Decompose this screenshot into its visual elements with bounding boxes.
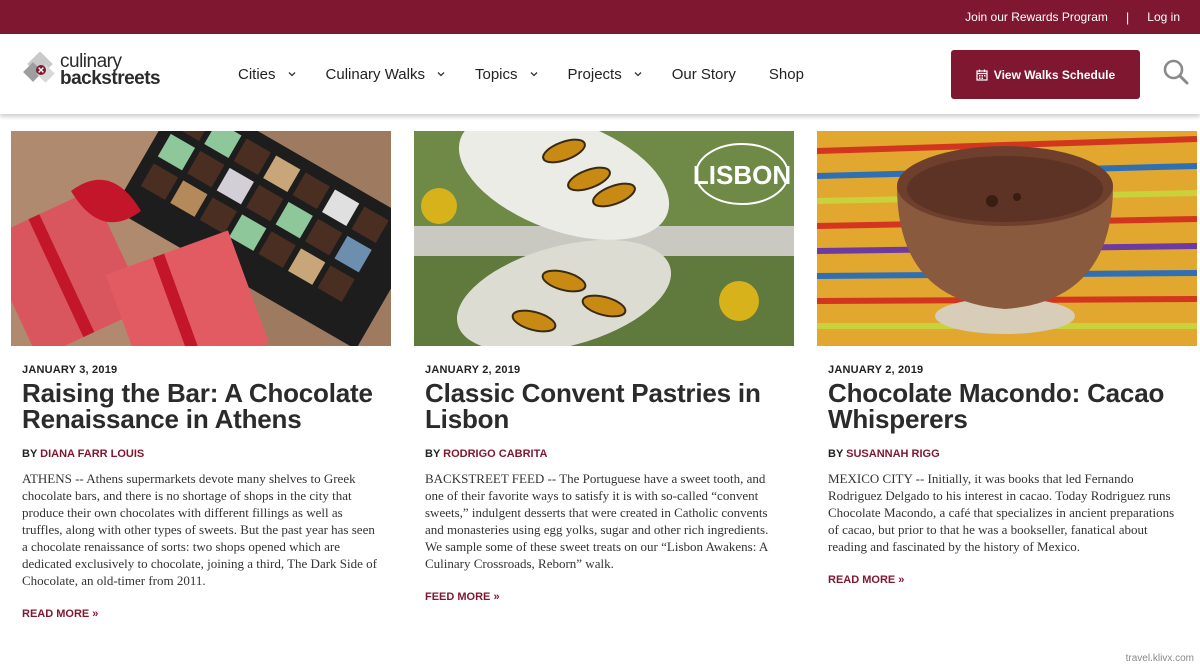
article-excerpt: BACKSTREET FEED -- The Portuguese have a…: [425, 471, 769, 571]
article-date: JANUARY 3, 2019: [22, 364, 118, 376]
lisbon-image-text: LISBON: [693, 160, 791, 190]
logo-wordmark: culinary backstreets: [60, 52, 161, 89]
article-byline: BY SUSANNAH RIGG: [828, 448, 1186, 460]
article-title[interactable]: Raising the Bar: A Chocolate Renaissance…: [22, 380, 380, 432]
read-more-link[interactable]: FEED MORE »: [425, 591, 783, 603]
article-date: JANUARY 2, 2019: [425, 364, 521, 376]
author-link[interactable]: DIANA FARR LOUIS: [40, 448, 144, 460]
article-body: JANUARY 2, 2019 Classic Convent Pastries…: [414, 364, 794, 603]
article-byline: BY RODRIGO CABRITA: [425, 448, 783, 460]
article-title[interactable]: Chocolate Macondo: Cacao Whisperers: [828, 380, 1186, 432]
watermark-text: travel.klivx.com: [1125, 653, 1194, 664]
byline-prefix: BY: [22, 448, 38, 460]
article-excerpt: MEXICO CITY -- Initially, it was books t…: [828, 471, 1175, 554]
utility-separator: |: [1125, 9, 1130, 25]
author-link[interactable]: SUSANNAH RIGG: [846, 448, 940, 460]
article-excerpt: ATHENS -- Athens supermarkets devote man…: [22, 471, 377, 588]
view-walks-schedule-button[interactable]: View Walks Schedule: [951, 50, 1140, 99]
nav-culinary-walks[interactable]: Culinary Walks: [326, 66, 445, 83]
nav-topics[interactable]: Topics: [475, 66, 538, 83]
read-more-link[interactable]: READ MORE »: [828, 574, 1186, 586]
logo-mark-icon: [22, 51, 58, 88]
utility-links: Join our Rewards Program | Log in: [965, 0, 1180, 34]
article-body: JANUARY 2, 2019 Chocolate Macondo: Cacao…: [817, 364, 1197, 586]
read-more-link[interactable]: READ MORE »: [22, 608, 380, 620]
nav-topics-label: Topics: [474, 65, 518, 83]
nav-cities-label: Cities: [238, 65, 276, 83]
article-image-chocolates[interactable]: [11, 131, 391, 346]
search-icon: [1163, 59, 1189, 85]
author-link[interactable]: RODRIGO CABRITA: [443, 448, 547, 460]
nav-projects[interactable]: Projects: [568, 66, 642, 83]
search-button[interactable]: [1162, 58, 1190, 86]
article-body: JANUARY 3, 2019 Raising the Bar: A Choco…: [11, 364, 391, 620]
article-date: JANUARY 2, 2019: [828, 364, 924, 376]
rewards-program-link[interactable]: Join our Rewards Program: [965, 10, 1108, 24]
main-nav: Cities Culinary Walks Topics Projects Ou…: [238, 34, 837, 114]
chevron-down-icon: [437, 72, 445, 77]
logo-line-2: backstreets: [60, 68, 161, 89]
article-byline: BY DIANA FARR LOUIS: [22, 448, 380, 460]
byline-prefix: BY: [425, 448, 441, 460]
nav-our-story-label: Our Story: [671, 65, 736, 83]
view-walks-schedule-label: View Walks Schedule: [993, 67, 1116, 82]
nav-cities[interactable]: Cities: [238, 66, 296, 83]
article-image-cacao-cup[interactable]: [817, 131, 1197, 346]
nav-shop-label: Shop: [768, 65, 804, 83]
site-logo[interactable]: culinary backstreets: [22, 51, 161, 89]
nav-projects-label: Projects: [567, 65, 622, 83]
article-title[interactable]: Classic Convent Pastries in Lisbon: [425, 380, 783, 432]
chevron-down-icon: [530, 72, 537, 77]
article-card: JANUARY 3, 2019 Raising the Bar: A Choco…: [11, 131, 391, 620]
byline-prefix: BY: [828, 448, 844, 460]
calendar-icon: [976, 69, 988, 81]
login-link[interactable]: Log in: [1147, 10, 1180, 24]
nav-culinary-walks-label: Culinary Walks: [325, 65, 425, 83]
top-utility-bar: Join our Rewards Program | Log in: [0, 0, 1200, 34]
article-image-convent-pastries[interactable]: LISBON: [414, 131, 794, 346]
chevron-down-icon: [288, 72, 295, 77]
article-card: JANUARY 2, 2019 Chocolate Macondo: Cacao…: [817, 131, 1197, 586]
nav-our-story[interactable]: Our Story: [672, 66, 736, 83]
nav-shop[interactable]: Shop: [769, 66, 804, 83]
article-card: LISBON JANUARY 2, 2019 Classic Convent P…: [414, 131, 794, 603]
site-header: culinary backstreets Cities Culinary Wal…: [0, 34, 1200, 114]
chevron-down-icon: [634, 72, 642, 77]
